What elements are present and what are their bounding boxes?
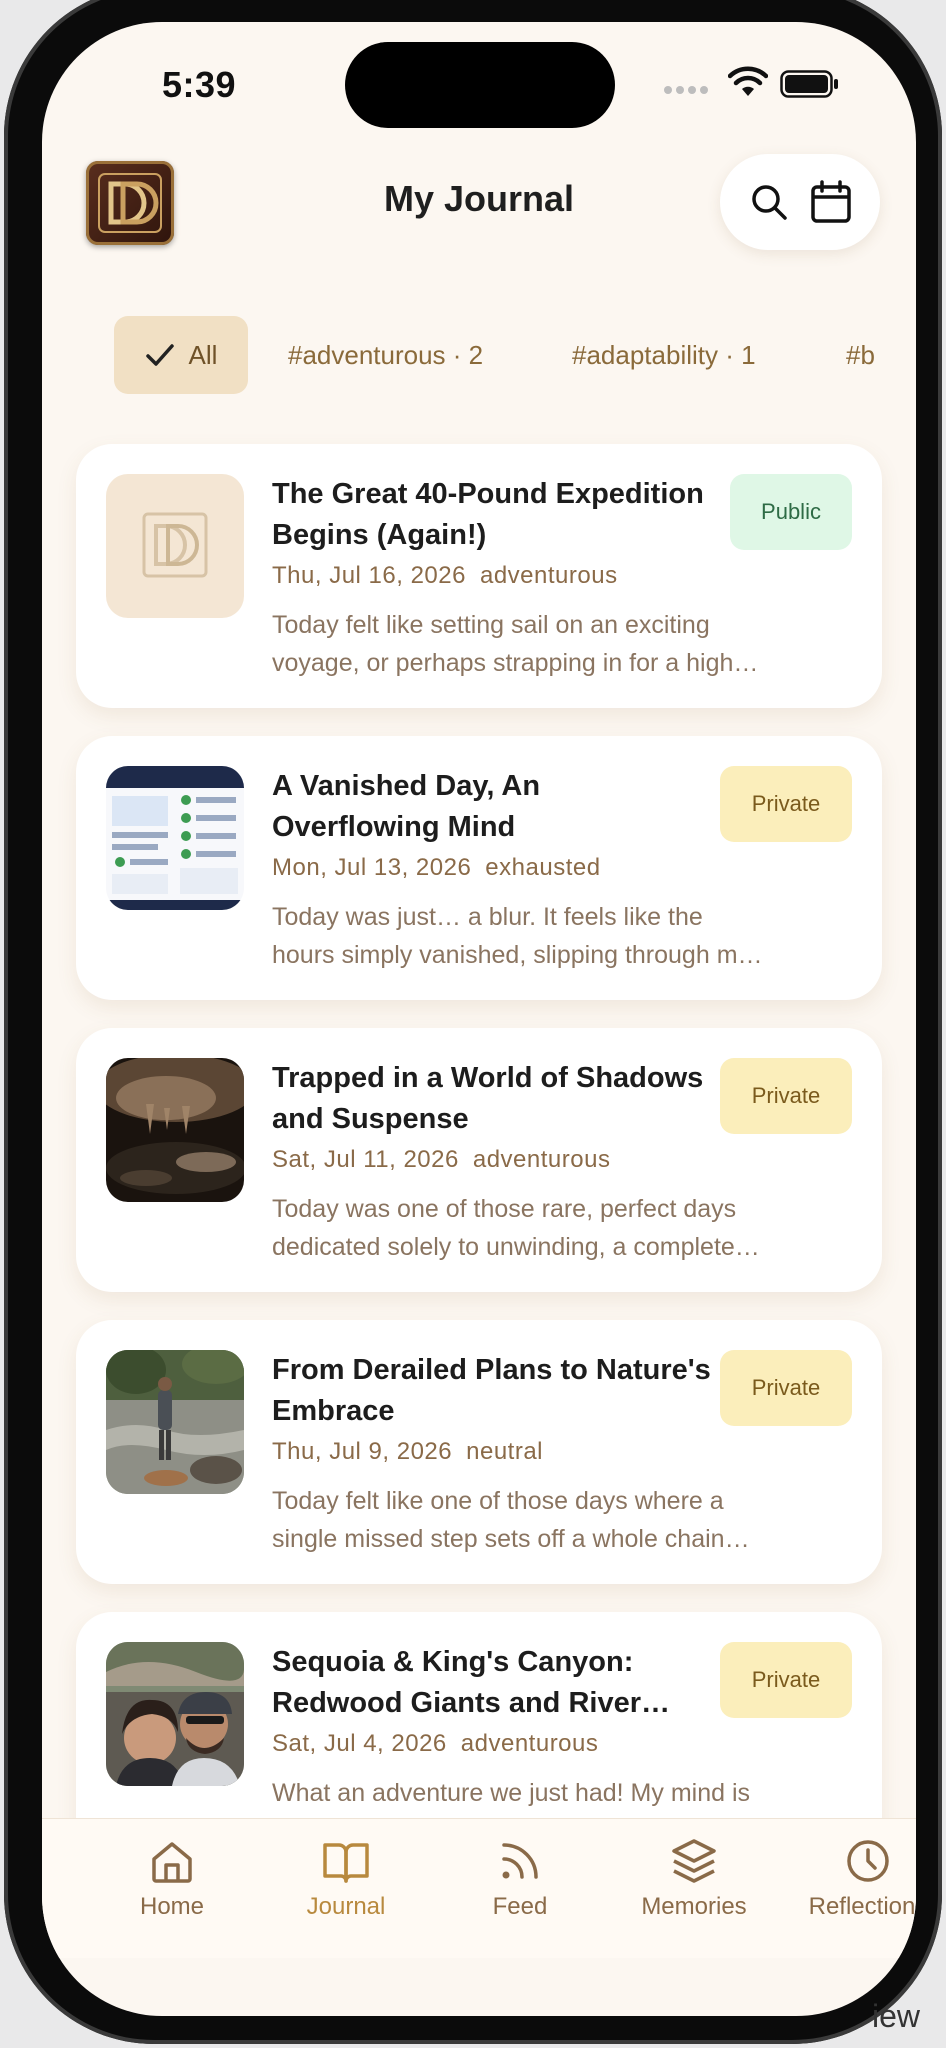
entry-meta: Sat, Jul 11, 2026 adventurous <box>272 1146 610 1174</box>
entry-mood: neutral <box>466 1438 544 1465</box>
filter-chip-label: #b <box>846 339 875 370</box>
filter-chip-adventurous[interactable]: #adventurous · 2 <box>288 316 483 394</box>
filter-chip-all[interactable]: All <box>114 316 248 394</box>
entry-thumbnail-cave <box>106 1058 244 1202</box>
filter-chip-label: #adventurous · 2 <box>288 339 484 370</box>
entry-mood: exhausted <box>485 854 601 881</box>
tab-journal[interactable]: Journal <box>266 1837 426 1921</box>
clock-icon <box>847 1840 889 1882</box>
entry-mood: adventurous <box>472 1146 611 1173</box>
tab-reflections[interactable]: Reflections <box>788 1837 916 1921</box>
simulator-stage: 5:39 My Journal All #adventurous · 2 #ad… <box>0 0 946 2048</box>
journal-entry-card[interactable]: Trapped in a World of Shadows and Suspen… <box>76 1028 882 1292</box>
phone-frame: 5:39 My Journal All #adventurous · 2 #ad… <box>4 0 942 2044</box>
entry-date: Mon, Jul 13, 2026 <box>272 854 472 881</box>
cellular-icon <box>664 86 708 94</box>
entry-mood: adventurous <box>479 562 618 589</box>
entry-excerpt: Today felt like setting sail on an excit… <box>272 611 759 677</box>
header-actions <box>720 154 880 250</box>
filter-chip-label: #adaptability · 1 <box>572 339 756 370</box>
entry-meta: Thu, Jul 9, 2026 neutral <box>272 1438 543 1466</box>
bottom-tab-bar: Home Journal Feed Memories Reflections <box>42 1818 916 1958</box>
entry-excerpt: What an adventure we just had! My mind i… <box>272 1779 751 1807</box>
entry-title: Trapped in a World of Shadows and Suspen… <box>272 1062 704 1135</box>
search-icon <box>752 185 787 220</box>
tab-home[interactable]: Home <box>92 1837 252 1921</box>
rss-icon <box>502 1843 538 1879</box>
entry-meta: Thu, Jul 16, 2026 adventurous <box>272 562 618 590</box>
entry-date: Sat, Jul 11, 2026 <box>272 1146 459 1173</box>
app-screen: 5:39 My Journal All #adventurous · 2 #ad… <box>42 22 916 2016</box>
battery-icon <box>780 70 838 98</box>
entry-title: Sequoia & King's Canyon: Redwood Giants … <box>272 1646 670 1719</box>
tab-feed[interactable]: Feed <box>440 1837 600 1921</box>
visibility-badge: Public <box>730 474 852 550</box>
tag-filter-bar: All #adventurous · 2 #adaptability · 1 #… <box>42 316 916 396</box>
visibility-badge: Private <box>720 1350 852 1426</box>
dynamic-island <box>345 42 615 128</box>
tab-memories[interactable]: Memories <box>614 1837 774 1921</box>
background-window-text: iew <box>872 1998 921 2034</box>
entry-meta: Mon, Jul 13, 2026 exhausted <box>272 854 601 882</box>
visibility-badge: Private <box>720 1058 852 1134</box>
entry-thumbnail-placeholder <box>106 474 244 618</box>
book-icon <box>323 1843 369 1883</box>
journal-entry-card[interactable]: A Vanished Day, An Overflowing Mind Mon,… <box>76 736 882 1000</box>
entry-excerpt: Today was just… a blur. It feels like th… <box>272 903 763 969</box>
calendar-button[interactable] <box>807 178 855 226</box>
filter-chip-adaptability[interactable]: #adaptability · 1 <box>572 316 756 394</box>
entry-title: The Great 40-Pound Expedition Begins (Ag… <box>272 478 704 551</box>
entry-title: From Derailed Plans to Nature's Embrace <box>272 1354 711 1427</box>
wifi-icon <box>728 66 768 96</box>
journal-entry-card[interactable]: The Great 40-Pound Expedition Begins (Ag… <box>76 444 882 708</box>
journal-entry-card[interactable]: From Derailed Plans to Nature's Embrace … <box>76 1320 882 1584</box>
entry-excerpt: Today felt like one of those days where … <box>272 1487 750 1553</box>
home-icon <box>152 1842 192 1883</box>
status-time: 5:39 <box>162 64 237 105</box>
calendar-icon <box>811 180 851 223</box>
visibility-badge: Private <box>720 1642 852 1718</box>
visibility-badge: Private <box>720 766 852 842</box>
entry-thumbnail-document <box>106 766 244 910</box>
filter-chip-b[interactable]: #b <box>846 316 875 394</box>
checkmark-icon <box>145 344 174 366</box>
entry-title: A Vanished Day, An Overflowing Mind <box>272 770 541 843</box>
entry-meta: Sat, Jul 4, 2026 adventurous <box>272 1730 598 1758</box>
entry-thumbnail-selfie <box>106 1642 244 1786</box>
entry-excerpt: Today was one of those rare, perfect day… <box>272 1195 760 1261</box>
entry-date: Sat, Jul 4, 2026 <box>272 1730 447 1757</box>
search-button[interactable] <box>745 178 793 226</box>
filter-chip-label: All <box>188 339 218 370</box>
layers-icon <box>672 1839 716 1883</box>
entry-date: Thu, Jul 16, 2026 <box>272 562 466 589</box>
entry-date: Thu, Jul 9, 2026 <box>272 1438 453 1465</box>
entry-thumbnail-river <box>106 1350 244 1494</box>
entry-mood: adventurous <box>460 1730 599 1757</box>
